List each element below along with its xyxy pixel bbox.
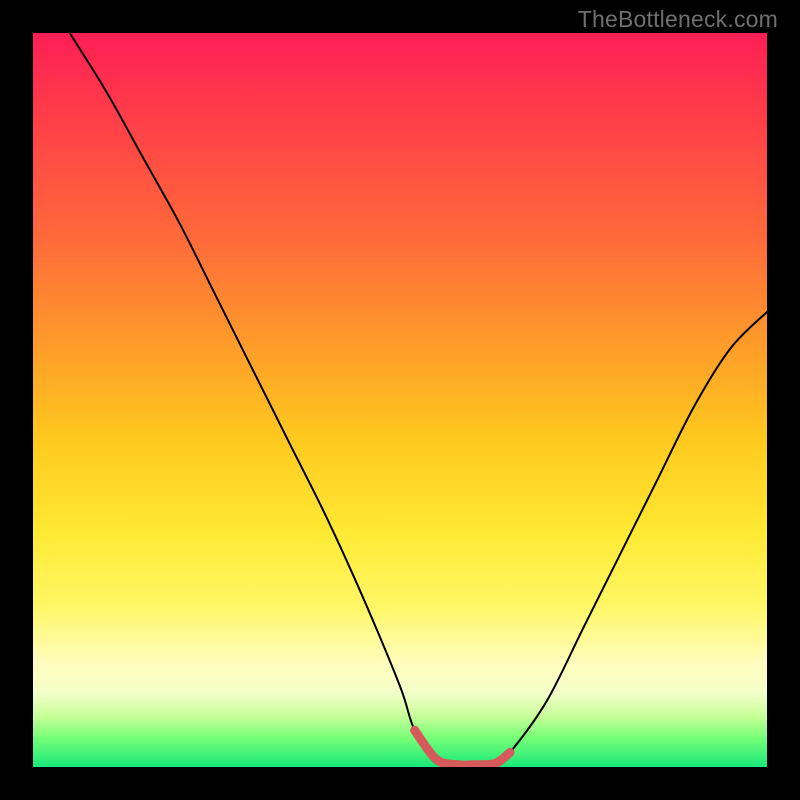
valley-start-dot bbox=[410, 726, 419, 735]
curve-layer bbox=[33, 33, 767, 767]
plot-area bbox=[33, 33, 767, 767]
valley-highlight bbox=[415, 730, 510, 765]
bottleneck-curve bbox=[70, 33, 767, 765]
watermark-text: TheBottleneck.com bbox=[578, 6, 778, 33]
chart-frame: TheBottleneck.com bbox=[0, 0, 800, 800]
